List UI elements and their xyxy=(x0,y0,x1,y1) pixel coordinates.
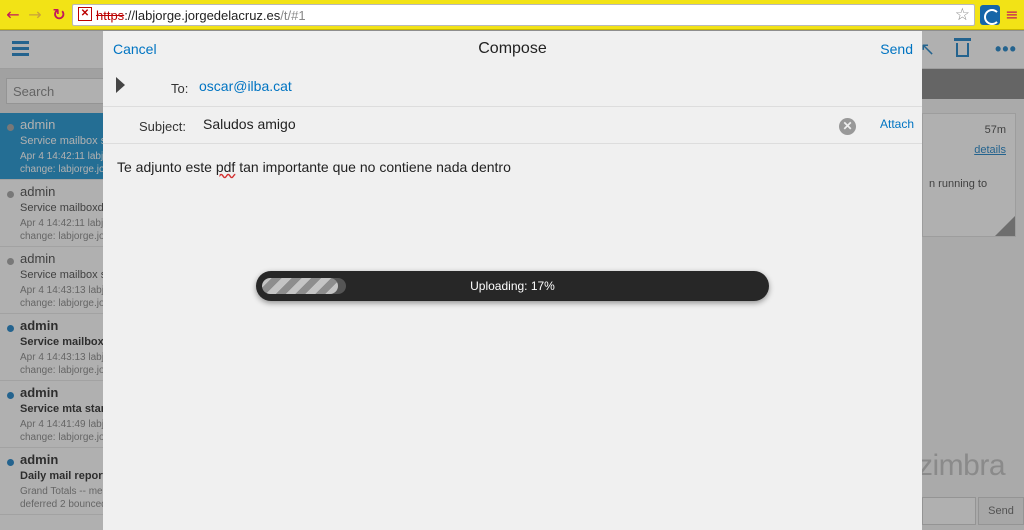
compose-panel: Cancel Compose Send To: oscar@ilba.cat S… xyxy=(103,31,922,530)
subject-label: Subject: xyxy=(139,119,186,134)
body-misspelled-word: pdf xyxy=(215,159,236,175)
subject-row: Subject: Saludos amigo ✕ Attach xyxy=(103,107,922,144)
subject-field[interactable]: Saludos amigo xyxy=(203,116,296,132)
forward-arrow-icon[interactable]: → xyxy=(25,5,45,25)
upload-progress: Uploading: 17% xyxy=(256,271,769,301)
url-text: https://labjorge.jorgedelacruz.es/t/#1 xyxy=(96,8,306,23)
insecure-lock-icon[interactable]: ✕ xyxy=(78,7,92,21)
browser-toolbar: ← → ↻ ✕ https://labjorge.jorgedelacruz.e… xyxy=(0,0,1024,30)
attach-button[interactable]: Attach xyxy=(880,117,914,131)
url-path: /t/#1 xyxy=(280,8,306,23)
expand-recipients-icon[interactable] xyxy=(116,77,125,93)
to-recipient[interactable]: oscar@ilba.cat xyxy=(199,78,292,94)
compose-toolbar: Cancel Compose Send xyxy=(103,31,922,67)
body-text-end: tan importante que no contiene nada dent… xyxy=(235,159,511,175)
to-label: To: xyxy=(171,81,189,96)
extension-icon[interactable] xyxy=(980,5,1000,25)
url-scheme: https xyxy=(96,8,125,23)
chrome-menu-icon[interactable]: ≡ xyxy=(1004,5,1020,25)
message-body[interactable]: Te adjunto este pdf tan importante que n… xyxy=(117,159,511,175)
compose-title: Compose xyxy=(478,40,547,57)
body-text-start: Te adjunto este xyxy=(117,159,216,175)
upload-status-text: Uploading: 17% xyxy=(470,279,555,293)
send-button[interactable]: Send xyxy=(880,41,913,57)
to-row: To: oscar@ilba.cat xyxy=(103,67,922,107)
bookmark-star-icon[interactable]: ☆ xyxy=(955,5,970,25)
url-host: ://labjorge.jorgedelacruz.es xyxy=(124,8,281,23)
reload-icon[interactable]: ↻ xyxy=(49,5,69,25)
clear-subject-icon[interactable]: ✕ xyxy=(839,118,856,135)
back-arrow-icon[interactable]: ← xyxy=(3,5,23,25)
address-bar[interactable]: ✕ https://labjorge.jorgedelacruz.es/t/#1… xyxy=(72,4,975,26)
